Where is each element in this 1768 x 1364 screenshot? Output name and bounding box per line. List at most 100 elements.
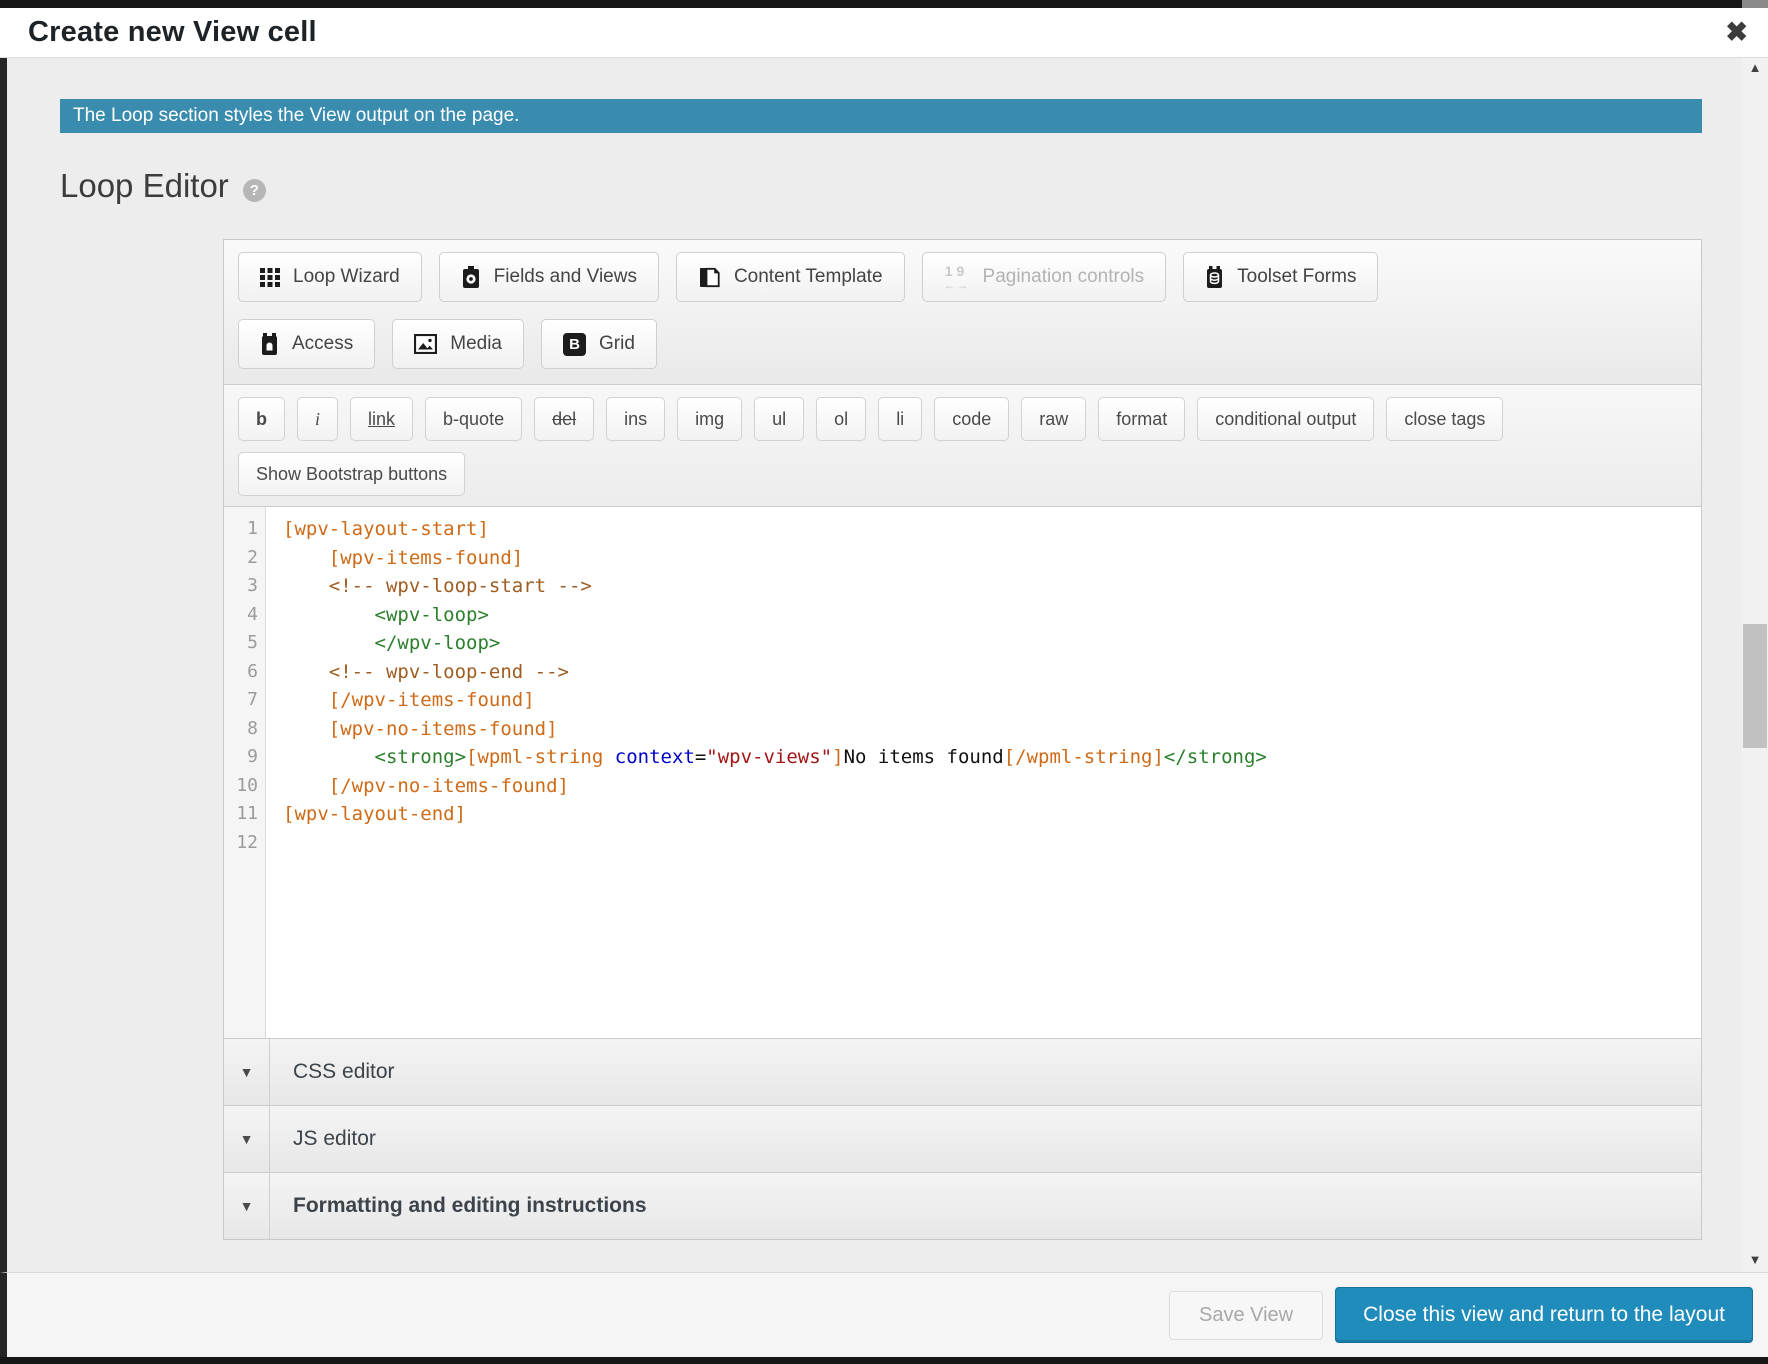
code-line: <!-- wpv-loop-start --> bbox=[283, 572, 1701, 601]
vertical-scrollbar[interactable]: ▲ ▼ bbox=[1742, 58, 1768, 1272]
close-icon[interactable]: ✖ bbox=[1719, 17, 1754, 48]
close-view-return-button[interactable]: Close this view and return to the layout bbox=[1335, 1287, 1753, 1343]
chevron-down-icon[interactable]: ▼ bbox=[224, 1106, 270, 1172]
forms-stack-icon bbox=[1205, 266, 1224, 289]
scroll-up-icon[interactable]: ▲ bbox=[1742, 59, 1768, 77]
line-number: 7 bbox=[224, 686, 258, 715]
panel-label: JS editor bbox=[270, 1106, 376, 1172]
code-line bbox=[283, 829, 1701, 858]
code-line: [/wpv-no-items-found] bbox=[283, 772, 1701, 801]
scrollbar-thumb[interactable] bbox=[1743, 624, 1767, 748]
line-number: 1 bbox=[224, 515, 258, 544]
window-top-corner bbox=[1742, 0, 1768, 8]
quicktag-format-button[interactable]: format bbox=[1098, 397, 1185, 441]
quicktag-bquote-button[interactable]: b-quote bbox=[425, 397, 522, 441]
quicktag-code-button[interactable]: code bbox=[934, 397, 1009, 441]
chevron-down-icon[interactable]: ▼ bbox=[224, 1173, 270, 1239]
code-line: </wpv-loop> bbox=[283, 629, 1701, 658]
line-number: 9 bbox=[224, 743, 258, 772]
code-lines: [wpv-layout-start] [wpv-items-found] <!-… bbox=[266, 507, 1701, 1038]
code-line: <strong>[wpml-string context="wpv-views"… bbox=[283, 743, 1701, 772]
line-number: 10 bbox=[224, 772, 258, 801]
code-line: [wpv-layout-start] bbox=[283, 515, 1701, 544]
line-number: 3 bbox=[224, 572, 258, 601]
line-number-gutter: 1 2 3 4 5 6 7 8 9 10 11 12 bbox=[224, 507, 266, 1038]
panel-label: Formatting and editing instructions bbox=[270, 1173, 647, 1239]
loop-code-editor[interactable]: 1 2 3 4 5 6 7 8 9 10 11 12 [wpv-la bbox=[224, 506, 1701, 1038]
image-icon bbox=[414, 334, 437, 354]
quicktag-del-button[interactable]: del bbox=[534, 397, 594, 441]
toolbar-row-1: Loop Wizard Fields bbox=[238, 252, 1687, 302]
media-button[interactable]: Media bbox=[392, 319, 524, 369]
quicktag-close-tags-button[interactable]: close tags bbox=[1386, 397, 1503, 441]
button-label: Fields and Views bbox=[494, 266, 637, 288]
bootstrap-icon: B bbox=[563, 333, 586, 356]
css-editor-panel-toggle[interactable]: ▼ CSS editor bbox=[224, 1038, 1701, 1105]
loop-wizard-button[interactable]: Loop Wizard bbox=[238, 252, 422, 302]
editor-panels: ▼ CSS editor ▼ JS editor ▼ Formatting an… bbox=[224, 1038, 1701, 1239]
formatting-instructions-panel-toggle[interactable]: ▼ Formatting and editing instructions bbox=[224, 1172, 1701, 1239]
page-title: Loop Editor bbox=[60, 167, 229, 205]
quicktag-ul-button[interactable]: ul bbox=[754, 397, 804, 441]
show-bootstrap-buttons-button[interactable]: Show Bootstrap buttons bbox=[238, 452, 465, 496]
custom-field-eye-icon bbox=[461, 266, 481, 289]
line-number: 4 bbox=[224, 601, 258, 630]
button-label: Pagination controls bbox=[983, 266, 1145, 288]
access-button[interactable]: Access bbox=[238, 319, 375, 369]
line-number: 11 bbox=[224, 800, 258, 829]
quicktag-raw-button[interactable]: raw bbox=[1021, 397, 1086, 441]
code-line: <wpv-loop> bbox=[283, 601, 1701, 630]
quicktag-italic-button[interactable]: i bbox=[297, 397, 338, 441]
button-label: Toolset Forms bbox=[1237, 266, 1356, 288]
toolbar-row-2: Access Media bbox=[238, 319, 1687, 369]
modal-title: Create new View cell bbox=[28, 16, 317, 49]
document-icon bbox=[698, 266, 721, 289]
button-label: Loop Wizard bbox=[293, 266, 400, 288]
modal-scroll-content: The Loop section styles the View output … bbox=[7, 58, 1742, 1272]
js-editor-panel-toggle[interactable]: ▼ JS editor bbox=[224, 1105, 1701, 1172]
line-number: 5 bbox=[224, 629, 258, 658]
panel-label: CSS editor bbox=[270, 1039, 395, 1105]
quicktag-li-button[interactable]: li bbox=[878, 397, 922, 441]
notice-bar: The Loop section styles the View output … bbox=[60, 99, 1702, 133]
modal-body: The Loop section styles the View output … bbox=[0, 58, 1768, 1273]
quicktag-link-button[interactable]: link bbox=[350, 397, 413, 441]
pagination-icon: 19 ←→ bbox=[944, 264, 970, 291]
quicktag-ins-button[interactable]: ins bbox=[606, 397, 665, 441]
line-number: 12 bbox=[224, 829, 258, 858]
quicktag-ol-button[interactable]: ol bbox=[816, 397, 866, 441]
line-number: 8 bbox=[224, 715, 258, 744]
quicktags-row: b i link b-quote del ins img ul ol li co… bbox=[238, 397, 1687, 441]
button-label: Content Template bbox=[734, 266, 883, 288]
quicktag-conditional-output-button[interactable]: conditional output bbox=[1197, 397, 1374, 441]
window-bottom-edge bbox=[0, 1357, 1768, 1364]
bootstrap-toggle-row: Show Bootstrap buttons bbox=[238, 452, 1687, 496]
editor-toolbar: Loop Wizard Fields bbox=[224, 240, 1701, 384]
quicktag-img-button[interactable]: img bbox=[677, 397, 742, 441]
line-number: 2 bbox=[224, 544, 258, 573]
content-template-button[interactable]: Content Template bbox=[676, 252, 905, 302]
button-label: Media bbox=[450, 333, 502, 355]
line-number: 6 bbox=[224, 658, 258, 687]
code-line: [wpv-items-found] bbox=[283, 544, 1701, 573]
scroll-down-icon[interactable]: ▼ bbox=[1742, 1251, 1768, 1269]
code-line: <!-- wpv-loop-end --> bbox=[283, 658, 1701, 687]
toolset-forms-button[interactable]: Toolset Forms bbox=[1183, 252, 1378, 302]
code-line: [/wpv-items-found] bbox=[283, 686, 1701, 715]
grid-bootstrap-button[interactable]: B Grid bbox=[541, 319, 657, 369]
help-icon[interactable]: ? bbox=[243, 179, 266, 202]
pagination-controls-button: 19 ←→ Pagination controls bbox=[922, 252, 1167, 302]
grid-icon bbox=[260, 267, 280, 287]
access-lock-icon bbox=[260, 333, 279, 356]
quicktag-bold-button[interactable]: b bbox=[238, 397, 285, 441]
quicktags-toolbar: b i link b-quote del ins img ul ol li co… bbox=[224, 384, 1701, 506]
code-line: [wpv-layout-end] bbox=[283, 800, 1701, 829]
modal-titlebar: Create new View cell ✖ bbox=[0, 8, 1768, 58]
modal-footer: Save View Close this view and return to … bbox=[0, 1273, 1768, 1357]
loop-editor-heading-row: Loop Editor ? bbox=[60, 163, 1742, 209]
chevron-down-icon[interactable]: ▼ bbox=[224, 1039, 270, 1105]
loop-editor-container: Loop Wizard Fields bbox=[223, 239, 1702, 1240]
code-line: [wpv-no-items-found] bbox=[283, 715, 1701, 744]
button-label: Access bbox=[292, 333, 353, 355]
fields-and-views-button[interactable]: Fields and Views bbox=[439, 252, 659, 302]
